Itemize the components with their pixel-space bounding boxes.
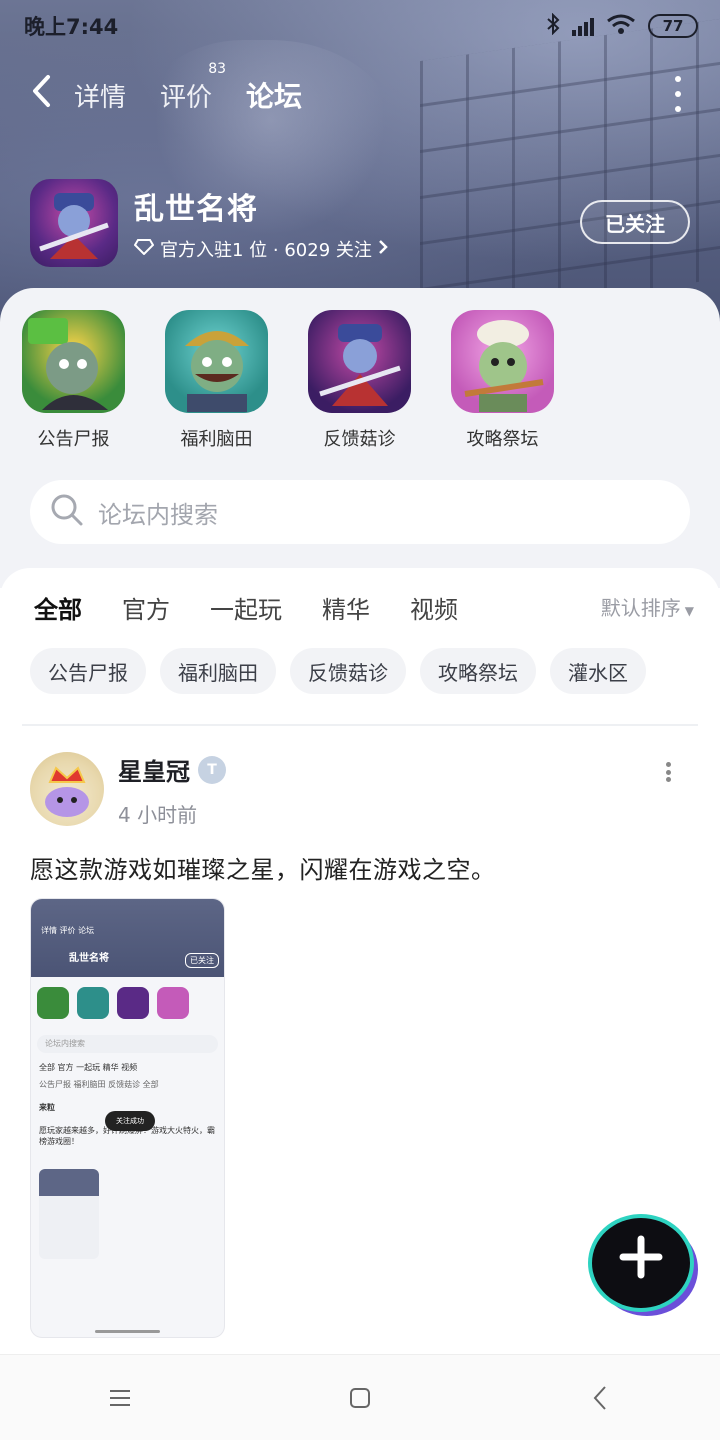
chip-benefits[interactable]: 福利脑田 [160, 648, 276, 694]
tab-forum[interactable]: 论坛 [246, 75, 303, 115]
filter-tab-play-together[interactable]: 一起玩 [210, 590, 282, 625]
author-name[interactable]: 星皇冠 [118, 752, 190, 787]
plus-icon [619, 1233, 663, 1289]
more-vertical-icon[interactable] [672, 76, 684, 112]
post-image[interactable]: 详情 评价 论坛 乱世名将 已关注 论坛内搜索 全部 官方 一起玩 精华 视频 … [30, 898, 225, 1338]
caret-down-icon: ▼ [684, 604, 694, 618]
tab-reviews-label: 评价 [160, 82, 213, 113]
signal-icon [572, 16, 594, 36]
post-image-thumbnail [39, 1169, 99, 1259]
game-icon[interactable] [30, 179, 118, 267]
back-button[interactable] [30, 68, 74, 122]
official-followers-text: 官方入驻1 位 · 6029 关注 [160, 240, 372, 261]
post-image-shortcuts [31, 977, 224, 1029]
zombie-chef-icon [451, 310, 554, 413]
chip-chat[interactable]: 灌水区 [550, 648, 646, 694]
status-icons: 77 [546, 12, 698, 39]
post-image-tabs: 全部 官方 一起玩 精华 视频 [39, 1063, 138, 1072]
filter-tab-official[interactable]: 官方 [122, 590, 170, 625]
bluetooth-icon [546, 12, 560, 39]
shortcut-label: 攻略祭坛 [466, 429, 539, 450]
chip-announcements[interactable]: 公告尸报 [30, 648, 146, 694]
avatar[interactable] [30, 752, 104, 826]
post-text[interactable]: 愿这款游戏如璀璨之星，闪耀在游戏之空。 [30, 850, 496, 885]
post-header: 星皇冠 T 4 小时前 [30, 752, 690, 828]
hero-warrior-icon [308, 310, 411, 413]
chip-feedback[interactable]: 反馈菇诊 [290, 648, 406, 694]
zombie-general-icon [165, 310, 268, 413]
game-title: 乱世名将 [134, 192, 258, 227]
filter-tabs: 全部 官方 一起玩 精华 视频 默认排序 ▼ [34, 588, 694, 629]
chip-guides[interactable]: 攻略祭坛 [420, 648, 536, 694]
filter-tab-video[interactable]: 视频 [410, 590, 458, 625]
post-image-title: 乱世名将 [69, 953, 109, 964]
post-time: 4 小时前 [118, 803, 198, 827]
section-chips: 公告尸报 福利脑田 反馈菇诊 攻略祭坛 灌水区 [30, 648, 646, 694]
filter-tab-all[interactable]: 全部 [34, 590, 82, 629]
sort-dropdown[interactable]: 默认排序 ▼ [601, 592, 694, 621]
post-image-chips: 公告尸报 福利脑田 反馈菇诊 全部 [39, 1080, 159, 1089]
search-placeholder: 论坛内搜索 [98, 500, 218, 529]
reviews-count-badge: 83 [208, 60, 227, 77]
tab-details[interactable]: 详情 [74, 77, 126, 114]
forum-header: 晚上7:44 77 详情 评价 83 论坛 乱世名将 官方入驻1 位 · 602… [0, 0, 720, 330]
chevron-left-icon [33, 75, 50, 107]
divider [22, 724, 698, 726]
shortcut-announcements[interactable]: 公告尸报 [22, 310, 125, 451]
post-image-follow-toast: 关注成功 [105, 1111, 155, 1131]
status-bar: 晚上7:44 77 [0, 0, 720, 52]
followed-button[interactable]: 已关注 [580, 200, 690, 244]
back-icon[interactable] [570, 1368, 630, 1428]
shortcut-guides[interactable]: 攻略祭坛 [451, 310, 554, 451]
post-image-header: 详情 评价 论坛 乱世名将 已关注 [31, 899, 224, 977]
tab-reviews[interactable]: 评价 83 [160, 61, 226, 114]
wifi-icon [606, 13, 636, 39]
author-row: 星皇冠 T [118, 752, 226, 787]
shortcut-benefits[interactable]: 福利脑田 [165, 310, 268, 451]
game-official-info[interactable]: 官方入驻1 位 · 6029 关注 [133, 236, 388, 262]
post-image-search: 论坛内搜索 [37, 1035, 218, 1053]
shortcut-panel: 公告尸报 福利脑田 反馈菇诊 攻略祭坛 论坛内搜索 [0, 288, 720, 588]
filter-tab-featured[interactable]: 精华 [322, 590, 370, 625]
menu-icon[interactable] [90, 1368, 150, 1428]
home-indicator [95, 1330, 160, 1333]
chevron-right-icon [378, 239, 388, 260]
system-navigation-bar [0, 1354, 720, 1440]
post-more-icon[interactable] [664, 762, 672, 782]
top-nav: 详情 评价 83 论坛 [0, 61, 720, 128]
shortcut-label: 福利脑田 [180, 429, 253, 450]
post-author-info: 星皇冠 T 4 小时前 [118, 752, 226, 828]
shortcut-feedback[interactable]: 反馈菇诊 [308, 310, 411, 451]
post-image-nav: 详情 评价 论坛 [41, 926, 95, 935]
shortcut-label: 反馈菇诊 [323, 429, 396, 450]
game-meta: 乱世名将 官方入驻1 位 · 6029 关注 [133, 184, 388, 262]
search-icon [50, 493, 84, 531]
forum-search-bar[interactable]: 论坛内搜索 [30, 480, 690, 544]
game-info: 乱世名将 官方入驻1 位 · 6029 关注 已关注 [30, 178, 690, 268]
post-image-follow: 已关注 [185, 953, 219, 968]
diamond-icon [133, 238, 155, 260]
battery-indicator: 77 [648, 14, 698, 38]
level-badge-icon: T [198, 755, 226, 784]
shortcut-label: 公告尸报 [37, 429, 110, 450]
status-time: 晚上7:44 [24, 15, 119, 39]
create-post-button[interactable] [592, 1218, 690, 1308]
zombie-announcer-icon [22, 310, 125, 413]
home-icon[interactable] [330, 1368, 390, 1428]
sort-label: 默认排序 [600, 596, 681, 620]
shortcut-list: 公告尸报 福利脑田 反馈菇诊 攻略祭坛 [22, 310, 554, 451]
